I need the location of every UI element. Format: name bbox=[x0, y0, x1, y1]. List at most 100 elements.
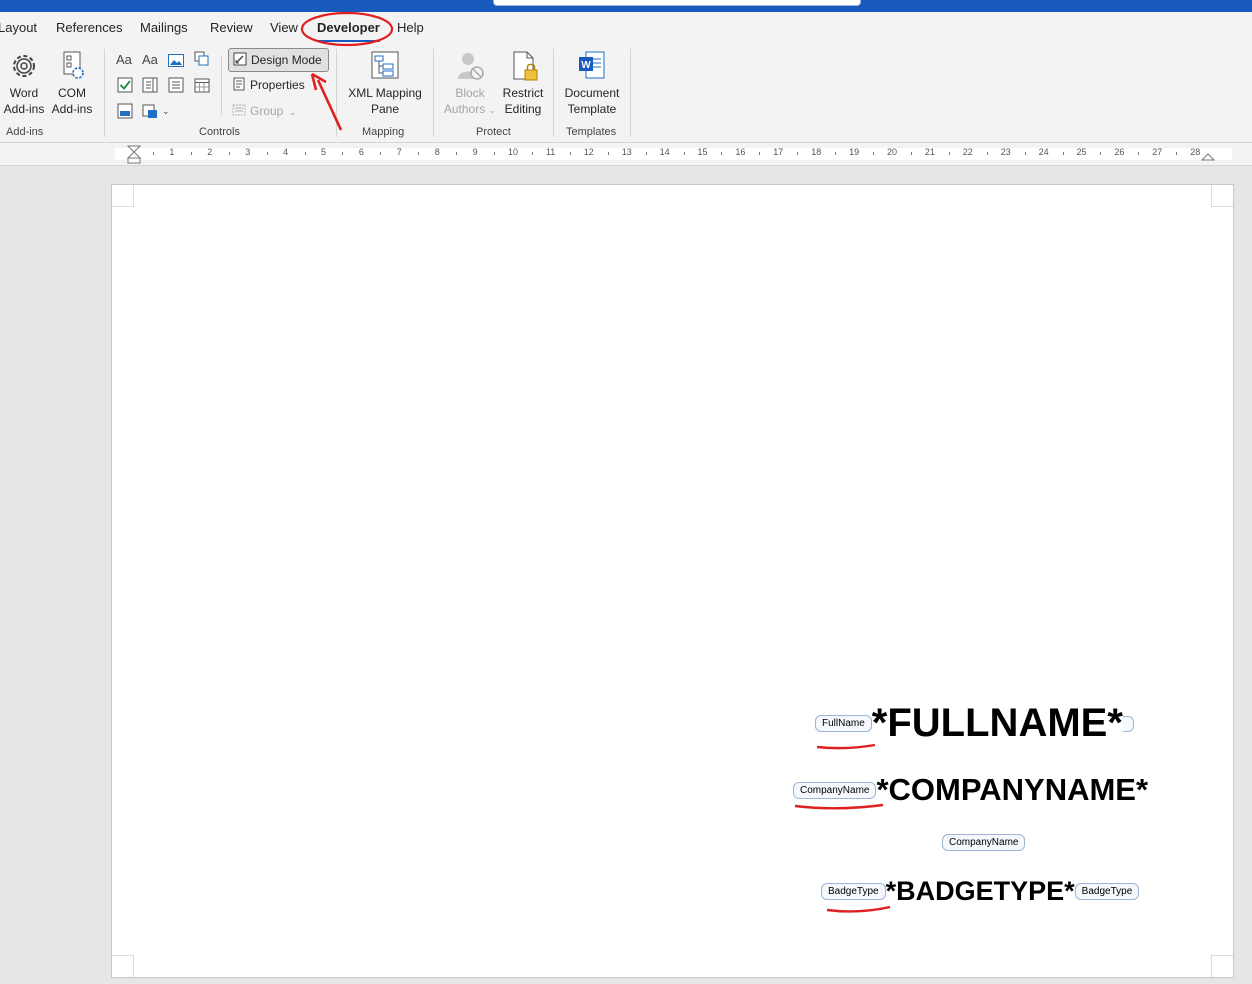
tab-mailings[interactable]: Mailings bbox=[140, 20, 188, 35]
ruler-tick bbox=[1024, 152, 1026, 155]
ruler-tick bbox=[910, 152, 912, 155]
ruler-number: 16 bbox=[735, 147, 746, 157]
badgetype-content-control[interactable]: BadgeType *BADGETYPE* BadgeType bbox=[821, 876, 1140, 907]
restrict-editing-button[interactable]: Restrict Editing bbox=[500, 49, 546, 117]
fullname-end-tag[interactable] bbox=[1122, 715, 1134, 732]
ruler-tick bbox=[797, 152, 799, 155]
group-label: Group bbox=[250, 104, 284, 118]
tab-help[interactable]: Help bbox=[397, 20, 424, 35]
group-label-protect: Protect bbox=[476, 126, 511, 138]
indent-marker-icon[interactable] bbox=[127, 145, 141, 165]
xml-mapping-label-2: Pane bbox=[370, 102, 400, 116]
ruler-number: 6 bbox=[358, 147, 364, 157]
rich-text-content-control-icon[interactable]: Aa bbox=[116, 52, 134, 70]
plain-text-content-control-icon[interactable]: Aa bbox=[142, 52, 160, 70]
group-label-mapping: Mapping bbox=[362, 126, 405, 138]
com-addins-button[interactable]: COM Add-ins bbox=[50, 49, 94, 117]
tab-references[interactable]: References bbox=[56, 20, 122, 35]
xml-mapping-pane-button[interactable]: XML Mapping Pane bbox=[344, 49, 426, 117]
fullname-content-control[interactable]: FullName *FULLNAME* bbox=[815, 701, 1134, 746]
ruler-number: 12 bbox=[583, 147, 594, 157]
ruler-number: 9 bbox=[472, 147, 478, 157]
ruler-tick bbox=[835, 152, 837, 155]
repeating-section-control-icon[interactable] bbox=[116, 102, 134, 120]
companyname-content-control[interactable]: CompanyName *COMPANYNAME* bbox=[793, 772, 1148, 808]
ruler-tick bbox=[1176, 152, 1178, 155]
ruler-tick bbox=[418, 152, 420, 155]
block-authors-button[interactable]: Block Authors ⌄ bbox=[442, 49, 498, 118]
combo-box-control-icon[interactable] bbox=[141, 76, 159, 94]
document-page[interactable]: FullName *FULLNAME* CompanyName *COMPANYNA… bbox=[111, 184, 1234, 978]
companyname-empty-content-control[interactable]: CompanyName bbox=[942, 834, 1026, 852]
fullname-tag[interactable]: FullName bbox=[815, 715, 872, 732]
chevron-down-icon[interactable]: ⌄ bbox=[162, 106, 170, 117]
badgetype-text[interactable]: *BADGETYPE* bbox=[886, 876, 1075, 906]
tab-review[interactable]: Review bbox=[210, 20, 253, 35]
ruler-number: 11 bbox=[545, 147, 556, 157]
badgetype-tag[interactable]: BadgeType bbox=[821, 883, 886, 900]
ruler-number: 15 bbox=[697, 147, 708, 157]
horizontal-ruler[interactable]: 1 2 3 4 5 6 7 8 9 10 11 12 13 14 15 16 17 18 19 20 21 22 23 24 2… bbox=[0, 143, 1252, 166]
document-template-button[interactable]: W Document Template bbox=[560, 49, 624, 117]
ruler-number: 7 bbox=[396, 147, 402, 157]
ruler-tick bbox=[986, 152, 988, 155]
title-bar bbox=[0, 0, 1252, 12]
search-box[interactable] bbox=[493, 0, 861, 6]
ruler-tick bbox=[683, 152, 685, 155]
ruler-tick bbox=[190, 152, 192, 155]
tab-developer[interactable]: Developer bbox=[317, 20, 380, 42]
ruler-tick bbox=[1062, 152, 1064, 155]
margin-corner-mark bbox=[1211, 955, 1233, 977]
fullname-text[interactable]: *FULLNAME* bbox=[872, 701, 1123, 745]
separator bbox=[553, 49, 554, 137]
tab-layout[interactable]: Layout bbox=[0, 20, 37, 35]
properties-button[interactable]: Properties bbox=[228, 74, 305, 96]
design-mode-button[interactable]: Design Mode bbox=[228, 48, 329, 72]
properties-label: Properties bbox=[250, 78, 305, 92]
com-addins-label-1: COM bbox=[58, 86, 86, 100]
tab-view[interactable]: View bbox=[270, 20, 298, 35]
ruler-number: 28 bbox=[1190, 147, 1201, 157]
checkbox-control-icon[interactable] bbox=[116, 76, 134, 94]
ruler-tick bbox=[456, 152, 458, 155]
ruler-tick bbox=[873, 152, 875, 155]
ruler-number: 22 bbox=[962, 147, 973, 157]
separator bbox=[336, 49, 337, 137]
separator bbox=[630, 49, 631, 137]
ruler-number: 27 bbox=[1152, 147, 1163, 157]
date-picker-control-icon[interactable] bbox=[193, 76, 211, 94]
companyname-tag[interactable]: CompanyName bbox=[793, 781, 877, 799]
ruler-tick bbox=[759, 152, 761, 155]
word-addins-button[interactable]: Word Add-ins bbox=[2, 49, 46, 117]
ruler-number: 4 bbox=[283, 147, 289, 157]
xml-mapping-label-1: XML Mapping bbox=[348, 86, 422, 100]
group-icon bbox=[232, 104, 246, 116]
drop-down-list-control-icon[interactable] bbox=[167, 76, 185, 94]
separator bbox=[221, 55, 222, 115]
group-button[interactable]: Group ⌄ bbox=[228, 100, 296, 122]
companyname-text[interactable]: *COMPANYNAME* bbox=[876, 772, 1148, 807]
picture-control-icon[interactable] bbox=[167, 52, 185, 70]
ruler-number: 18 bbox=[811, 147, 822, 157]
ruler-tick bbox=[1100, 152, 1102, 155]
ruler-number: 17 bbox=[773, 147, 784, 157]
right-indent-marker-icon[interactable] bbox=[1201, 151, 1215, 161]
ruler-tick bbox=[380, 152, 382, 155]
ruler-number: 25 bbox=[1076, 147, 1087, 157]
companyname-empty-tag[interactable]: CompanyName bbox=[942, 834, 1026, 852]
ruler-number: 21 bbox=[924, 147, 935, 157]
group-label-templates: Templates bbox=[566, 126, 617, 138]
block-authors-text: Authors bbox=[443, 102, 486, 116]
restrict-editing-label-1: Restrict bbox=[502, 86, 544, 100]
block-authors-label-2: Authors ⌄ bbox=[442, 101, 498, 118]
ruler-tick bbox=[304, 152, 306, 155]
legacy-tools-icon[interactable] bbox=[141, 102, 159, 120]
ruler-tick bbox=[569, 152, 571, 155]
ruler-number: 23 bbox=[1000, 147, 1011, 157]
building-block-control-icon[interactable] bbox=[193, 50, 211, 68]
badgetype-end-tag[interactable]: BadgeType bbox=[1074, 883, 1140, 900]
xml-mapping-icon bbox=[371, 51, 399, 79]
ruler-tick bbox=[645, 152, 647, 155]
document-template-label-2: Template bbox=[567, 102, 617, 116]
properties-icon bbox=[233, 77, 245, 91]
